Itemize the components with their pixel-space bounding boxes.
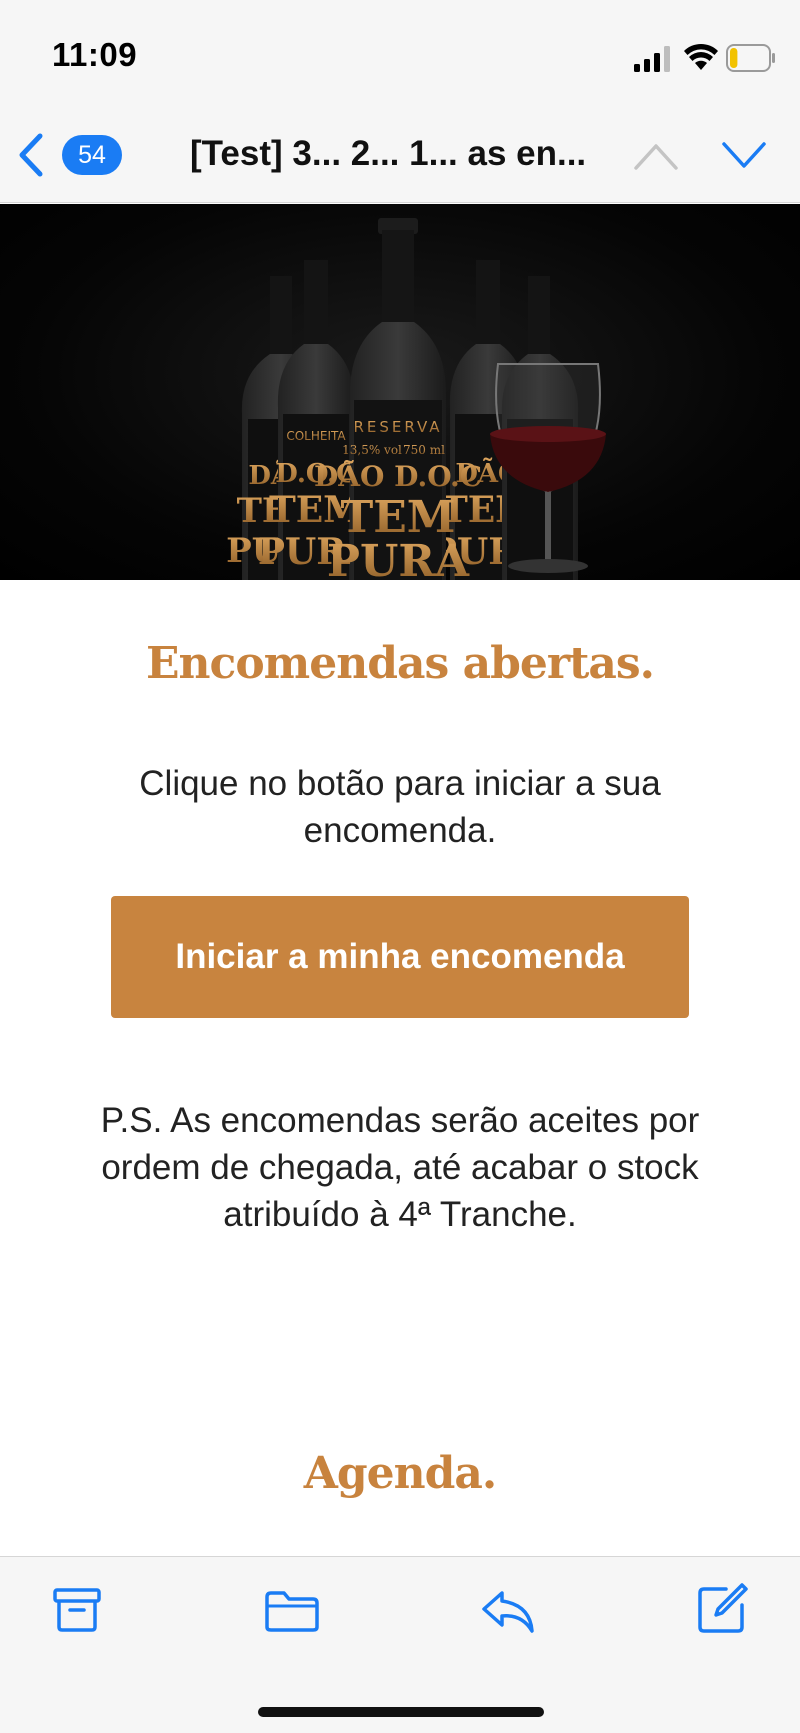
start-order-button[interactable]: Iniciar a minha encomenda [111,896,689,1018]
cellular-signal-icon [634,46,670,72]
hero-wine-image: DÃO TEM PURA COLHEITA D.O.C TEM PURA DÃO… [0,204,800,580]
battery-icon [726,44,775,72]
svg-text:PURA: PURA [327,536,470,580]
label-doc: DÃO D.O.C [314,460,482,493]
reply-icon[interactable] [480,1587,536,1635]
label-colheita: COLHEITA [286,429,346,443]
unread-count-badge[interactable]: 54 [62,135,122,175]
label-abv: 13,5% vol [342,443,402,457]
next-message-chevron-icon[interactable] [720,140,768,172]
status-time: 11:09 [52,36,138,73]
wine-bottles-illustration: DÃO TEM PURA COLHEITA D.O.C TEM PURA DÃO… [226,218,606,580]
status-bar: 11:09 [0,0,800,110]
home-indicator[interactable] [258,1707,544,1717]
compose-icon[interactable] [696,1581,750,1635]
mail-nav-bar: 54 [Test] 3... 2... 1... as en... [0,110,800,203]
folder-icon[interactable] [264,1589,320,1633]
mail-toolbar [0,1556,800,1733]
archive-icon[interactable] [52,1587,102,1633]
back-chevron-icon[interactable] [16,132,46,178]
email-ps-text: P.S. As encomendas serão aceites por ord… [100,1101,700,1234]
email-headline: Encomendas abertas. [146,638,655,689]
label-reserva: RESERVA [353,418,442,436]
label-volume: 750 ml [403,443,445,457]
previous-message-chevron-icon [634,144,678,170]
email-subject: [Test] 3... 2... 1... as en... [190,134,587,173]
email-intro-text: Clique no botão para iniciar a sua encom… [139,764,661,850]
agenda-heading: Agenda. [303,1448,497,1499]
wifi-icon [684,43,718,70]
